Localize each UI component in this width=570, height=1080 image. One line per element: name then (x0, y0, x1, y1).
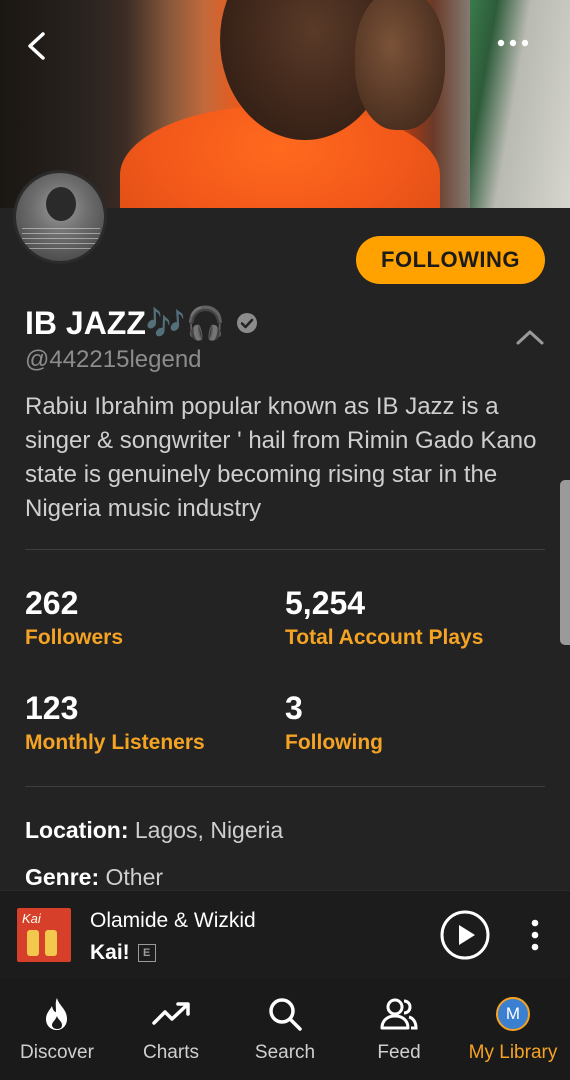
stat-label: Followers (25, 626, 124, 649)
tab-charts[interactable]: Charts (114, 978, 228, 1080)
tab-label: Discover (20, 1042, 94, 1063)
stat-value: 123 (25, 690, 79, 726)
artist-name: IB JAZZ🎶🎧 (25, 305, 226, 341)
stat-value: 262 (25, 585, 79, 621)
collapse-button[interactable] (512, 322, 548, 352)
track-title: Kai! (90, 941, 130, 964)
tab-label: Charts (143, 1042, 199, 1063)
trending-icon (151, 994, 191, 1034)
genre-row: Genre: Other (25, 864, 163, 891)
stat-label: Monthly Listeners (25, 731, 205, 754)
divider (25, 786, 545, 787)
cover-text: Kai (22, 911, 41, 926)
stat-value: 5,254 (285, 585, 366, 621)
tab-discover[interactable]: Discover (0, 978, 114, 1080)
location-row: Location: Lagos, Nigeria (25, 817, 283, 844)
avatar-icon: M (493, 994, 533, 1034)
avatar-face (46, 187, 76, 221)
stat-label: Total Account Plays (285, 626, 484, 649)
player-more-button[interactable] (522, 916, 548, 954)
mini-player[interactable]: Kai Olamide & Wizkid Kai! E (0, 890, 570, 979)
avatar-text-overlay (22, 227, 100, 249)
more-dots-icon (497, 39, 529, 47)
cover-figure (45, 930, 57, 956)
stat-total-plays: 5,254 Total Account Plays (285, 584, 483, 650)
artist-bio: Rabiu Ibrahim popular known as IB Jazz i… (25, 393, 537, 522)
banner-hand (355, 0, 445, 130)
chevron-left-icon (28, 32, 45, 60)
cover-figure (27, 930, 39, 956)
user-avatar: M (496, 997, 530, 1031)
stat-followers[interactable]: 262 Followers (25, 584, 123, 650)
tab-feed[interactable]: Feed (342, 978, 456, 1080)
track-artist: Olamide & Wizkid (90, 909, 256, 932)
stat-monthly-listeners: 123 Monthly Listeners (25, 689, 205, 755)
genre-value: Other (105, 864, 164, 890)
chevron-up-icon (516, 330, 544, 345)
tab-label: My Library (468, 1042, 558, 1063)
tab-search[interactable]: Search (228, 978, 342, 1080)
bottom-tab-bar: Discover Charts Search Feed M My Library (0, 978, 570, 1080)
divider (25, 549, 545, 550)
track-cover[interactable]: Kai (17, 908, 71, 962)
stat-label: Following (285, 731, 383, 754)
tab-label: Search (254, 1042, 316, 1063)
explicit-badge: E (137, 944, 156, 962)
stat-value: 3 (285, 690, 303, 726)
stat-following[interactable]: 3 Following (285, 689, 383, 755)
location-label: Location: (25, 817, 129, 843)
track-title-row: Kai! E (90, 941, 156, 965)
genre-label: Genre: (25, 864, 100, 890)
more-options-button[interactable] (490, 28, 536, 58)
location-value: Lagos, Nigeria (134, 817, 284, 843)
back-button[interactable] (18, 28, 54, 64)
flame-icon (37, 994, 77, 1034)
play-button[interactable] (440, 910, 490, 960)
verified-icon (236, 313, 257, 333)
tab-my-library[interactable]: M My Library (456, 978, 570, 1080)
tab-label: Feed (377, 1042, 421, 1063)
name-row: IB JAZZ🎶🎧 (25, 302, 258, 344)
search-icon (265, 994, 305, 1034)
artist-handle: @442215legend (25, 346, 202, 373)
following-button[interactable]: FOLLOWING (356, 236, 545, 284)
profile-avatar[interactable] (13, 170, 107, 264)
scrollbar[interactable] (560, 480, 570, 645)
people-icon (379, 994, 419, 1034)
